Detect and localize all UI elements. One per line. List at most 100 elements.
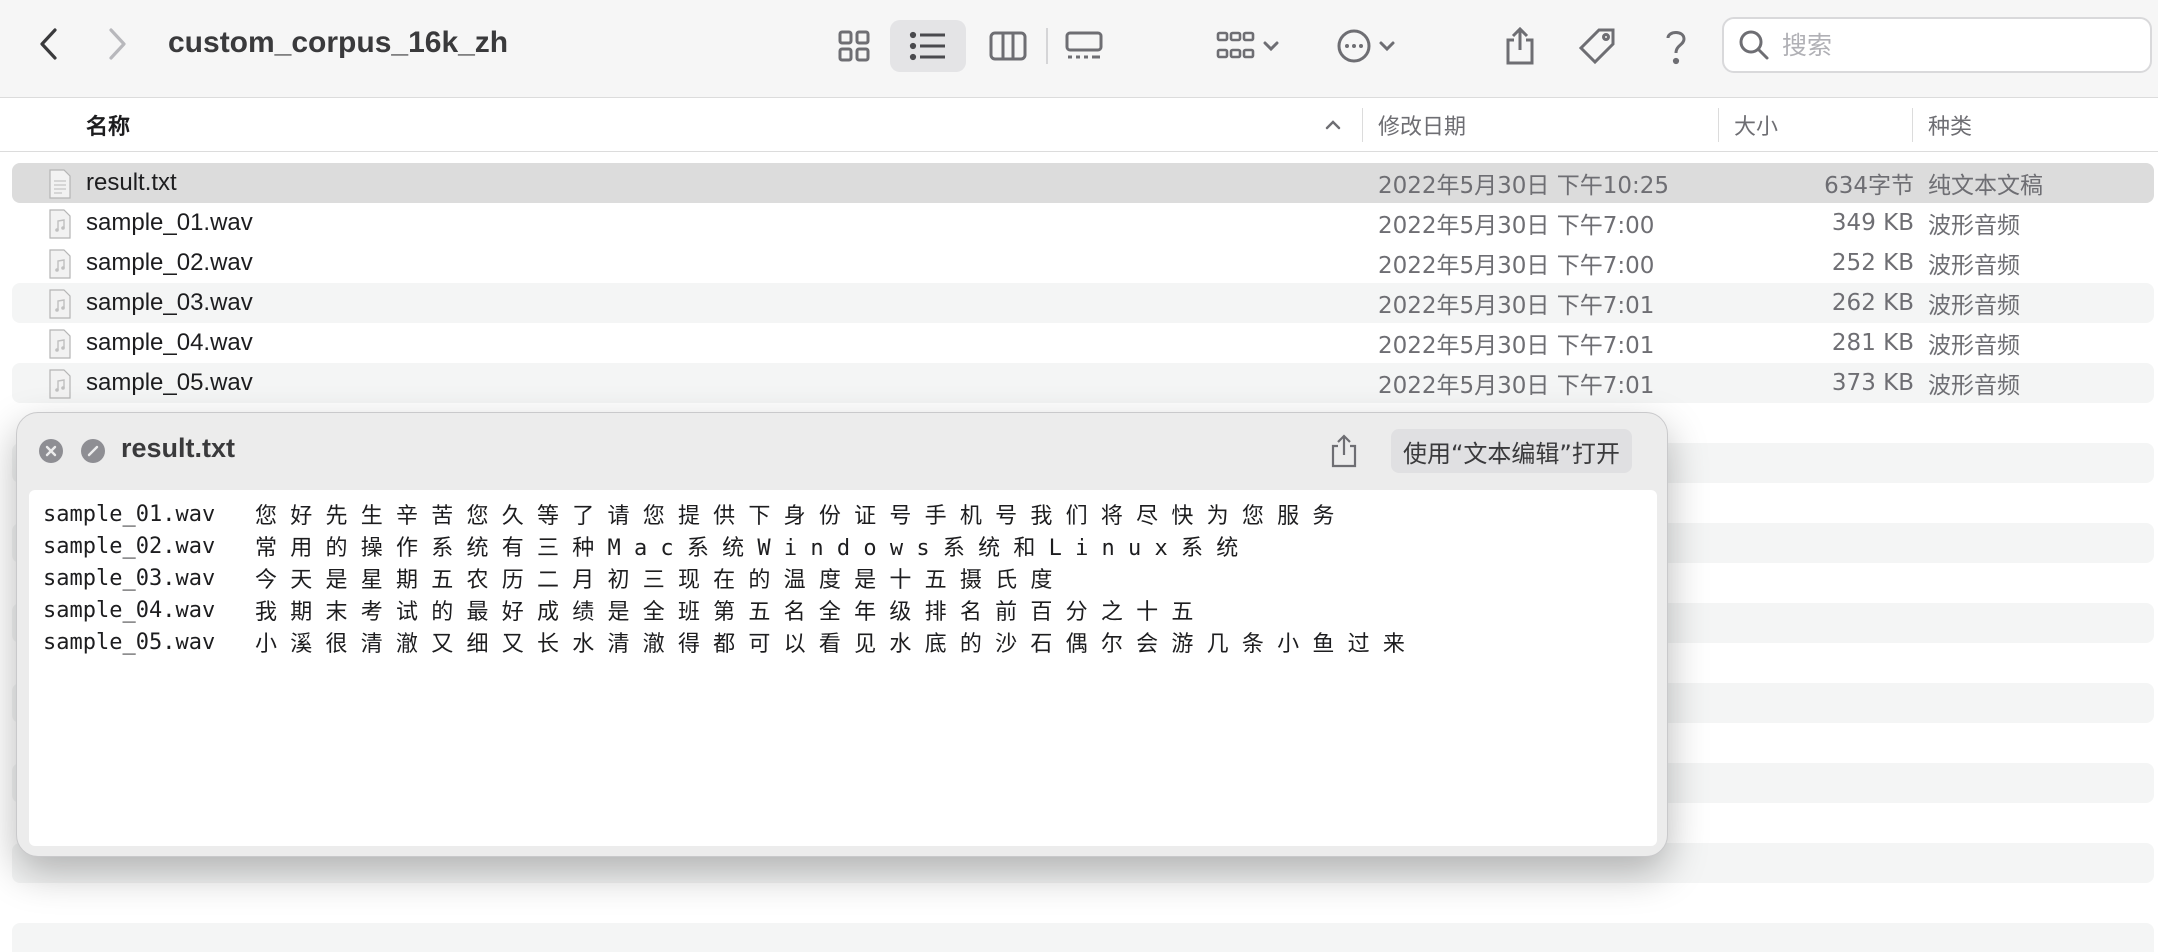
file-name: result.txt bbox=[86, 169, 177, 196]
list-icon bbox=[909, 31, 945, 61]
file-row[interactable]: sample_03.wav 2022年5月30日 下午7:01 262 KB 波… bbox=[12, 283, 2154, 323]
text-document-icon bbox=[49, 169, 71, 199]
text-line: sample_01.wav 您 好 先 生 辛 苦 您 久 等 了 请 您 提 … bbox=[43, 498, 1657, 530]
file-kind: 波形音频 bbox=[1928, 373, 2020, 399]
file-name: sample_04.wav bbox=[86, 329, 253, 356]
share-icon bbox=[1331, 434, 1357, 468]
file-size: 634字节 bbox=[1824, 173, 1914, 199]
chevron-right-icon bbox=[109, 28, 126, 60]
quicklook-title: result.txt bbox=[121, 433, 236, 463]
sort-ascending-indicator[interactable] bbox=[1324, 98, 1342, 152]
text-line: sample_03.wav 今 天 是 星 期 五 农 历 二 月 初 三 现 … bbox=[43, 562, 1657, 594]
column-name-header[interactable]: 名称 bbox=[86, 98, 130, 152]
text-line: sample_04.wav 我 期 末 考 试 的 最 好 成 绩 是 全 班 … bbox=[43, 594, 1657, 626]
line-filename: sample_05.wav bbox=[43, 629, 216, 655]
line-transcript: 我 期 末 考 试 的 最 好 成 绩 是 全 班 第 五 名 全 年 级 排 … bbox=[255, 600, 1194, 625]
quicklook-content: sample_01.wav 您 好 先 生 辛 苦 您 久 等 了 请 您 提 … bbox=[29, 490, 1657, 846]
line-filename: sample_01.wav bbox=[43, 501, 216, 527]
list-view-button[interactable] bbox=[890, 20, 966, 72]
share-icon bbox=[1506, 26, 1534, 65]
text-line: sample_02.wav 常 用 的 操 作 系 统 有 三 种 M a c … bbox=[43, 530, 1657, 562]
group-grid-icon bbox=[1216, 31, 1255, 59]
help-button[interactable] bbox=[1656, 20, 1696, 72]
quicklook-header: result.txt 使用“文本编辑”打开 bbox=[17, 413, 1667, 489]
chevron-up-icon bbox=[1325, 120, 1341, 130]
file-modified: 2022年5月30日 下午7:01 bbox=[1378, 373, 1655, 399]
gallery-icon bbox=[1065, 31, 1103, 59]
search-input[interactable] bbox=[1782, 30, 2142, 60]
question-mark-icon bbox=[1666, 31, 1686, 65]
audio-file-icon bbox=[49, 369, 71, 399]
text-line: sample_05.wav 小 溪 很 清 澈 又 细 又 长 水 清 澈 得 … bbox=[43, 626, 1657, 658]
quicklook-panel: result.txt 使用“文本编辑”打开 sample_01.wav 您 好 … bbox=[16, 412, 1668, 857]
file-row[interactable]: sample_04.wav 2022年5月30日 下午7:01 281 KB 波… bbox=[12, 323, 2154, 363]
column-header: 名称 修改日期 大小 种类 bbox=[0, 98, 2158, 152]
line-transcript: 常 用 的 操 作 系 统 有 三 种 M a c 系 统 W i n d o … bbox=[255, 536, 1239, 561]
file-modified: 2022年5月30日 下午7:00 bbox=[1378, 213, 1655, 239]
fullscreen-icon bbox=[87, 445, 99, 457]
file-kind: 波形音频 bbox=[1928, 253, 2020, 279]
toolbar: custom_corpus_16k_zh bbox=[0, 0, 2158, 98]
column-separator[interactable] bbox=[1362, 108, 1363, 142]
file-modified: 2022年5月30日 下午7:01 bbox=[1378, 333, 1655, 359]
column-separator[interactable] bbox=[1912, 108, 1913, 142]
icon-view-button[interactable] bbox=[826, 20, 882, 72]
file-size: 281 KB bbox=[1831, 330, 1914, 356]
file-kind: 波形音频 bbox=[1928, 293, 2020, 319]
action-menu-button[interactable] bbox=[1330, 20, 1402, 72]
search-field[interactable] bbox=[1722, 17, 2152, 73]
line-transcript: 今 天 是 星 期 五 农 历 二 月 初 三 现 在 的 温 度 是 十 五 … bbox=[255, 568, 1053, 593]
file-size: 262 KB bbox=[1831, 290, 1914, 316]
window-title: custom_corpus_16k_zh bbox=[168, 26, 509, 59]
file-kind: 纯文本文稿 bbox=[1928, 173, 2043, 199]
file-kind: 波形音频 bbox=[1928, 333, 2020, 359]
file-row[interactable]: sample_01.wav 2022年5月30日 下午7:00 349 KB 波… bbox=[12, 203, 2154, 243]
forward-button[interactable] bbox=[96, 22, 140, 66]
file-size: 373 KB bbox=[1831, 370, 1914, 396]
file-name: sample_05.wav bbox=[86, 369, 253, 396]
line-filename: sample_03.wav bbox=[43, 565, 216, 591]
file-name: sample_03.wav bbox=[86, 289, 253, 316]
file-name: sample_01.wav bbox=[86, 209, 253, 236]
line-filename: sample_02.wav bbox=[43, 533, 216, 559]
gallery-view-button[interactable] bbox=[1054, 20, 1114, 72]
column-modified-header[interactable]: 修改日期 bbox=[1378, 98, 1466, 152]
grid-icon bbox=[838, 30, 870, 62]
quicklook-share-button[interactable] bbox=[1329, 433, 1365, 469]
column-kind-header[interactable]: 种类 bbox=[1928, 98, 1972, 152]
file-row[interactable]: result.txt 2022年5月30日 下午10:25 634字节 纯文本文… bbox=[12, 163, 2154, 203]
group-by-button[interactable] bbox=[1210, 20, 1286, 72]
chevron-down-icon bbox=[1379, 41, 1395, 52]
file-row[interactable]: sample_05.wav 2022年5月30日 下午7:01 373 KB 波… bbox=[12, 363, 2154, 403]
audio-file-icon bbox=[49, 329, 71, 359]
back-button[interactable] bbox=[26, 22, 70, 66]
chevron-down-icon bbox=[1263, 41, 1279, 52]
column-view-button[interactable] bbox=[980, 20, 1036, 72]
line-filename: sample_04.wav bbox=[43, 597, 216, 623]
toolbar-divider bbox=[1046, 28, 1048, 64]
open-with-textedit-button[interactable]: 使用“文本编辑”打开 bbox=[1391, 429, 1632, 473]
file-modified: 2022年5月30日 下午7:00 bbox=[1378, 253, 1655, 279]
file-size: 252 KB bbox=[1831, 250, 1914, 276]
file-kind: 波形音频 bbox=[1928, 213, 2020, 239]
audio-file-icon bbox=[49, 209, 71, 239]
tag-icon bbox=[1578, 28, 1615, 65]
search-icon bbox=[1739, 30, 1769, 60]
file-size: 349 KB bbox=[1831, 210, 1914, 236]
quicklook-close-button[interactable] bbox=[39, 439, 63, 463]
columns-icon bbox=[989, 31, 1027, 61]
file-modified: 2022年5月30日 下午7:01 bbox=[1378, 293, 1655, 319]
quicklook-fullscreen-button[interactable] bbox=[81, 439, 105, 463]
file-modified: 2022年5月30日 下午10:25 bbox=[1378, 173, 1670, 199]
tags-button[interactable] bbox=[1574, 20, 1620, 72]
line-transcript: 小 溪 很 清 澈 又 细 又 长 水 清 澈 得 都 可 以 看 见 水 底 … bbox=[255, 632, 1405, 657]
share-button[interactable] bbox=[1498, 20, 1542, 72]
file-name: sample_02.wav bbox=[86, 249, 253, 276]
close-icon bbox=[45, 445, 57, 457]
column-separator[interactable] bbox=[1718, 108, 1719, 142]
audio-file-icon bbox=[49, 289, 71, 319]
file-row[interactable]: sample_02.wav 2022年5月30日 下午7:00 252 KB 波… bbox=[12, 243, 2154, 283]
line-transcript: 您 好 先 生 辛 苦 您 久 等 了 请 您 提 供 下 身 份 证 号 手 … bbox=[255, 504, 1335, 529]
audio-file-icon bbox=[49, 249, 71, 279]
column-size-header[interactable]: 大小 bbox=[1734, 98, 1778, 152]
